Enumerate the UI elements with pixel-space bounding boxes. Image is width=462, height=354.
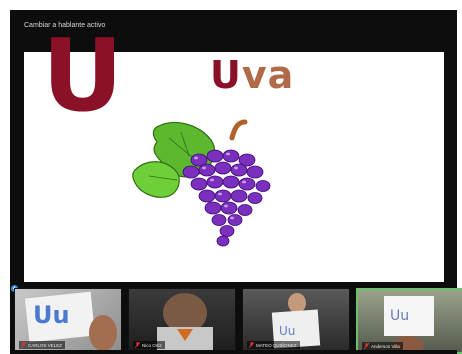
mic-muted-icon — [364, 343, 369, 349]
mic-muted-icon — [21, 342, 26, 348]
participant-name-tag: Anderson Villa — [362, 342, 403, 350]
slide-word-first-letter: U — [210, 53, 242, 97]
svg-text:Uu: Uu — [33, 301, 70, 329]
slide-big-letter: U — [42, 17, 124, 134]
participant-name-tag: Nico Ortiz — [133, 341, 165, 349]
participant-strip: Uu CARLOS VELEZ Nico Ortiz Uu MATEO QUIÑ… — [14, 288, 462, 354]
participant-name: MATEO QUIÑONEZ — [256, 342, 297, 348]
participant-name: Nico Ortiz — [142, 342, 162, 348]
slide-word: Uva — [210, 56, 294, 94]
participant-name-tag: CARLOS VELEZ — [19, 341, 66, 349]
slide-word-rest: va — [241, 53, 295, 97]
participant-name: CARLOS VELEZ — [28, 342, 63, 348]
mic-muted-icon — [135, 342, 140, 348]
participant-name: Anderson Villa — [371, 343, 400, 349]
svg-text:Uu: Uu — [390, 308, 409, 324]
participant-name-tag: MATEO QUIÑONEZ — [247, 341, 300, 349]
grape-illustration — [132, 119, 271, 247]
participant-tile-active[interactable]: Uu Anderson Villa — [356, 288, 462, 354]
participant-tile[interactable]: Nico Ortiz — [128, 288, 236, 352]
participant-tile[interactable]: Uu MATEO QUIÑONEZ — [242, 288, 350, 352]
shared-slide: U Uva — [24, 26, 444, 282]
mic-muted-icon — [249, 342, 254, 348]
bottom-bar — [10, 350, 457, 354]
participant-tile[interactable]: Uu CARLOS VELEZ — [14, 288, 122, 352]
svg-text:Uu: Uu — [279, 324, 295, 338]
